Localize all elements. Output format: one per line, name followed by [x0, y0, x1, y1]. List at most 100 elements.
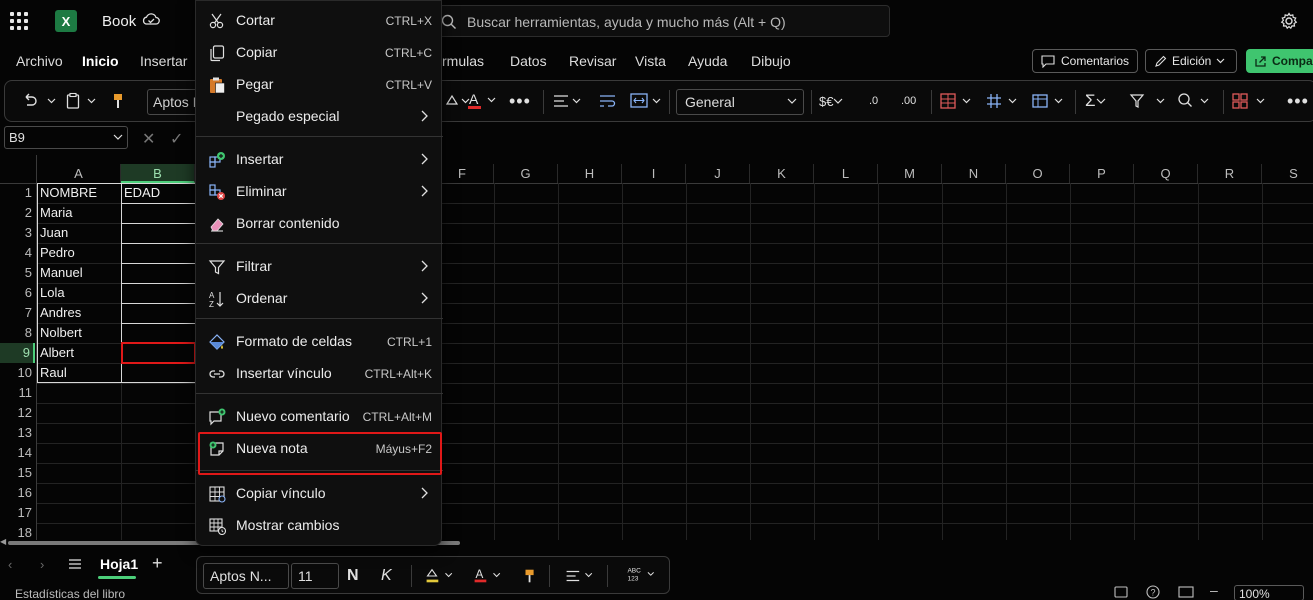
column-header[interactable]: O [1006, 164, 1070, 183]
row-header[interactable]: 16 [0, 483, 35, 503]
cell-b1[interactable]: EDAD [122, 183, 195, 203]
app-launcher-icon[interactable] [10, 12, 28, 30]
share-button[interactable]: Compa [1246, 49, 1313, 73]
row-header[interactable]: 8 [0, 323, 35, 343]
menu-item-paste-special[interactable]: Pegado especial [196, 100, 443, 132]
clipboard-dropdown-icon[interactable] [87, 91, 96, 111]
menu-item-format-cells[interactable]: Formato de celdas CTRL+1 [196, 325, 443, 357]
bold-button[interactable]: N [347, 567, 359, 585]
help-icon[interactable]: ? [1146, 585, 1160, 599]
tab-insertar[interactable]: Insertar [140, 53, 187, 69]
column-header[interactable]: K [750, 164, 814, 183]
menu-item-cut[interactable]: Cortar CTRL+X [196, 4, 443, 36]
menu-item-paste[interactable]: Pegar CTRL+V [196, 68, 443, 100]
sort-filter-icon[interactable] [1129, 91, 1169, 111]
row-header[interactable]: 3 [0, 223, 35, 243]
find-icon[interactable] [1177, 91, 1217, 111]
cell-a7[interactable]: Andres [38, 303, 121, 323]
quick-format-painter-icon[interactable] [523, 567, 537, 585]
cell-a6[interactable]: Lola [38, 283, 121, 303]
name-box[interactable]: B9 [4, 126, 128, 149]
view-mode-icon[interactable] [1178, 586, 1194, 598]
all-sheets-menu-icon[interactable] [68, 558, 82, 570]
comments-button[interactable]: Comentarios [1032, 49, 1138, 73]
quick-align-icon[interactable] [563, 567, 599, 585]
font-color-icon[interactable]: A [467, 91, 501, 111]
menu-item-copy[interactable]: Copiar CTRL+C [196, 36, 443, 68]
tab-ayuda[interactable]: Ayuda [688, 53, 727, 69]
tab-archivo[interactable]: Archivo [16, 53, 63, 69]
row-header[interactable]: 4 [0, 243, 35, 263]
editing-mode-button[interactable]: Edición [1145, 49, 1237, 73]
row-header[interactable]: 9 [0, 343, 35, 363]
column-header[interactable]: N [942, 164, 1006, 183]
row-header[interactable]: 14 [0, 443, 35, 463]
cell-a2[interactable]: Maria [38, 203, 121, 223]
feedback-icon[interactable] [1114, 586, 1128, 598]
column-header[interactable]: B [121, 164, 195, 183]
selected-cell-b9-highlight[interactable] [121, 342, 196, 364]
wrap-text-icon[interactable] [599, 91, 617, 111]
decrease-decimal-icon[interactable]: .0 [869, 91, 878, 111]
settings-gear-icon[interactable] [1280, 12, 1298, 30]
zoom-select[interactable]: 100% [1234, 585, 1304, 600]
menu-item-new-comment[interactable]: Nuevo comentario CTRL+Alt+M [196, 400, 443, 432]
undo-dropdown-icon[interactable] [47, 91, 56, 111]
cell-a3[interactable]: Juan [38, 223, 121, 243]
select-all-corner[interactable] [0, 163, 37, 182]
cancel-entry-icon[interactable]: ✕ [142, 129, 155, 149]
column-header[interactable]: H [558, 164, 622, 183]
column-header[interactable]: J [686, 164, 750, 183]
more-font-options-icon[interactable]: ••• [509, 91, 531, 111]
number-format-select[interactable]: General [676, 89, 804, 115]
sheet-tab-hoja1[interactable]: Hoja1 [100, 556, 138, 572]
menu-item-copy-link[interactable]: Copiar vínculo [196, 477, 443, 509]
tab-dibujo[interactable]: Dibujo [751, 53, 791, 69]
row-header[interactable]: 13 [0, 423, 35, 443]
more-options-icon[interactable]: ••• [1287, 91, 1309, 111]
column-header[interactable]: A [37, 164, 121, 183]
borders-icon[interactable] [985, 91, 1021, 111]
tab-vista[interactable]: Vista [635, 53, 666, 69]
tab-revisar[interactable]: Revisar [569, 53, 616, 69]
row-header[interactable]: 11 [0, 383, 35, 403]
row-header[interactable]: 6 [0, 283, 35, 303]
workbook-statistics-link[interactable]: Estadísticas del libro [15, 587, 125, 600]
row-header[interactable]: 7 [0, 303, 35, 323]
menu-item-show-changes[interactable]: Mostrar cambios [196, 509, 443, 541]
search-box[interactable]: Buscar herramientas, ayuda y mucho más (… [430, 5, 890, 37]
menu-item-sort[interactable]: AZ Ordenar [196, 282, 443, 314]
add-ins-icon[interactable] [1231, 91, 1271, 111]
cell-a8[interactable]: Nolbert [38, 323, 121, 343]
conditional-format-icon[interactable] [939, 91, 975, 111]
column-header[interactable]: R [1198, 164, 1262, 183]
tab-datos[interactable]: Datos [510, 53, 547, 69]
zoom-out-icon[interactable]: – [1210, 582, 1218, 598]
menu-item-insert-link[interactable]: Insertar vínculo CTRL+Alt+K [196, 357, 443, 389]
align-icon[interactable] [553, 91, 583, 111]
column-header[interactable]: S [1262, 164, 1313, 183]
cell-a4[interactable]: Pedro [38, 243, 121, 263]
format-as-table-icon[interactable] [1031, 91, 1067, 111]
workbook-title[interactable]: Book [102, 13, 136, 30]
next-sheet-icon[interactable]: › [40, 557, 44, 572]
column-header[interactable]: L [814, 164, 878, 183]
menu-item-filter[interactable]: Filtrar [196, 250, 443, 282]
merge-cells-icon[interactable] [629, 91, 665, 111]
quick-font-color-icon[interactable]: A [471, 567, 507, 585]
column-header[interactable]: I [622, 164, 686, 183]
cell-a5[interactable]: Manuel [38, 263, 121, 283]
undo-icon[interactable] [21, 91, 39, 111]
clipboard-icon[interactable] [65, 91, 81, 111]
scroll-left-icon[interactable]: ◀ [0, 537, 6, 546]
cell-a10[interactable]: Raul [38, 363, 121, 383]
tab-formulas[interactable]: rmulas [442, 53, 484, 69]
add-sheet-icon[interactable]: + [152, 553, 163, 574]
confirm-entry-icon[interactable]: ✓ [170, 129, 183, 149]
column-header[interactable]: P [1070, 164, 1134, 183]
format-painter-icon[interactable] [111, 91, 125, 111]
column-header[interactable]: Q [1134, 164, 1198, 183]
autosum-icon[interactable]: Σ [1085, 91, 1106, 111]
increase-decimal-icon[interactable]: .00 [901, 91, 916, 111]
row-header[interactable]: 15 [0, 463, 35, 483]
